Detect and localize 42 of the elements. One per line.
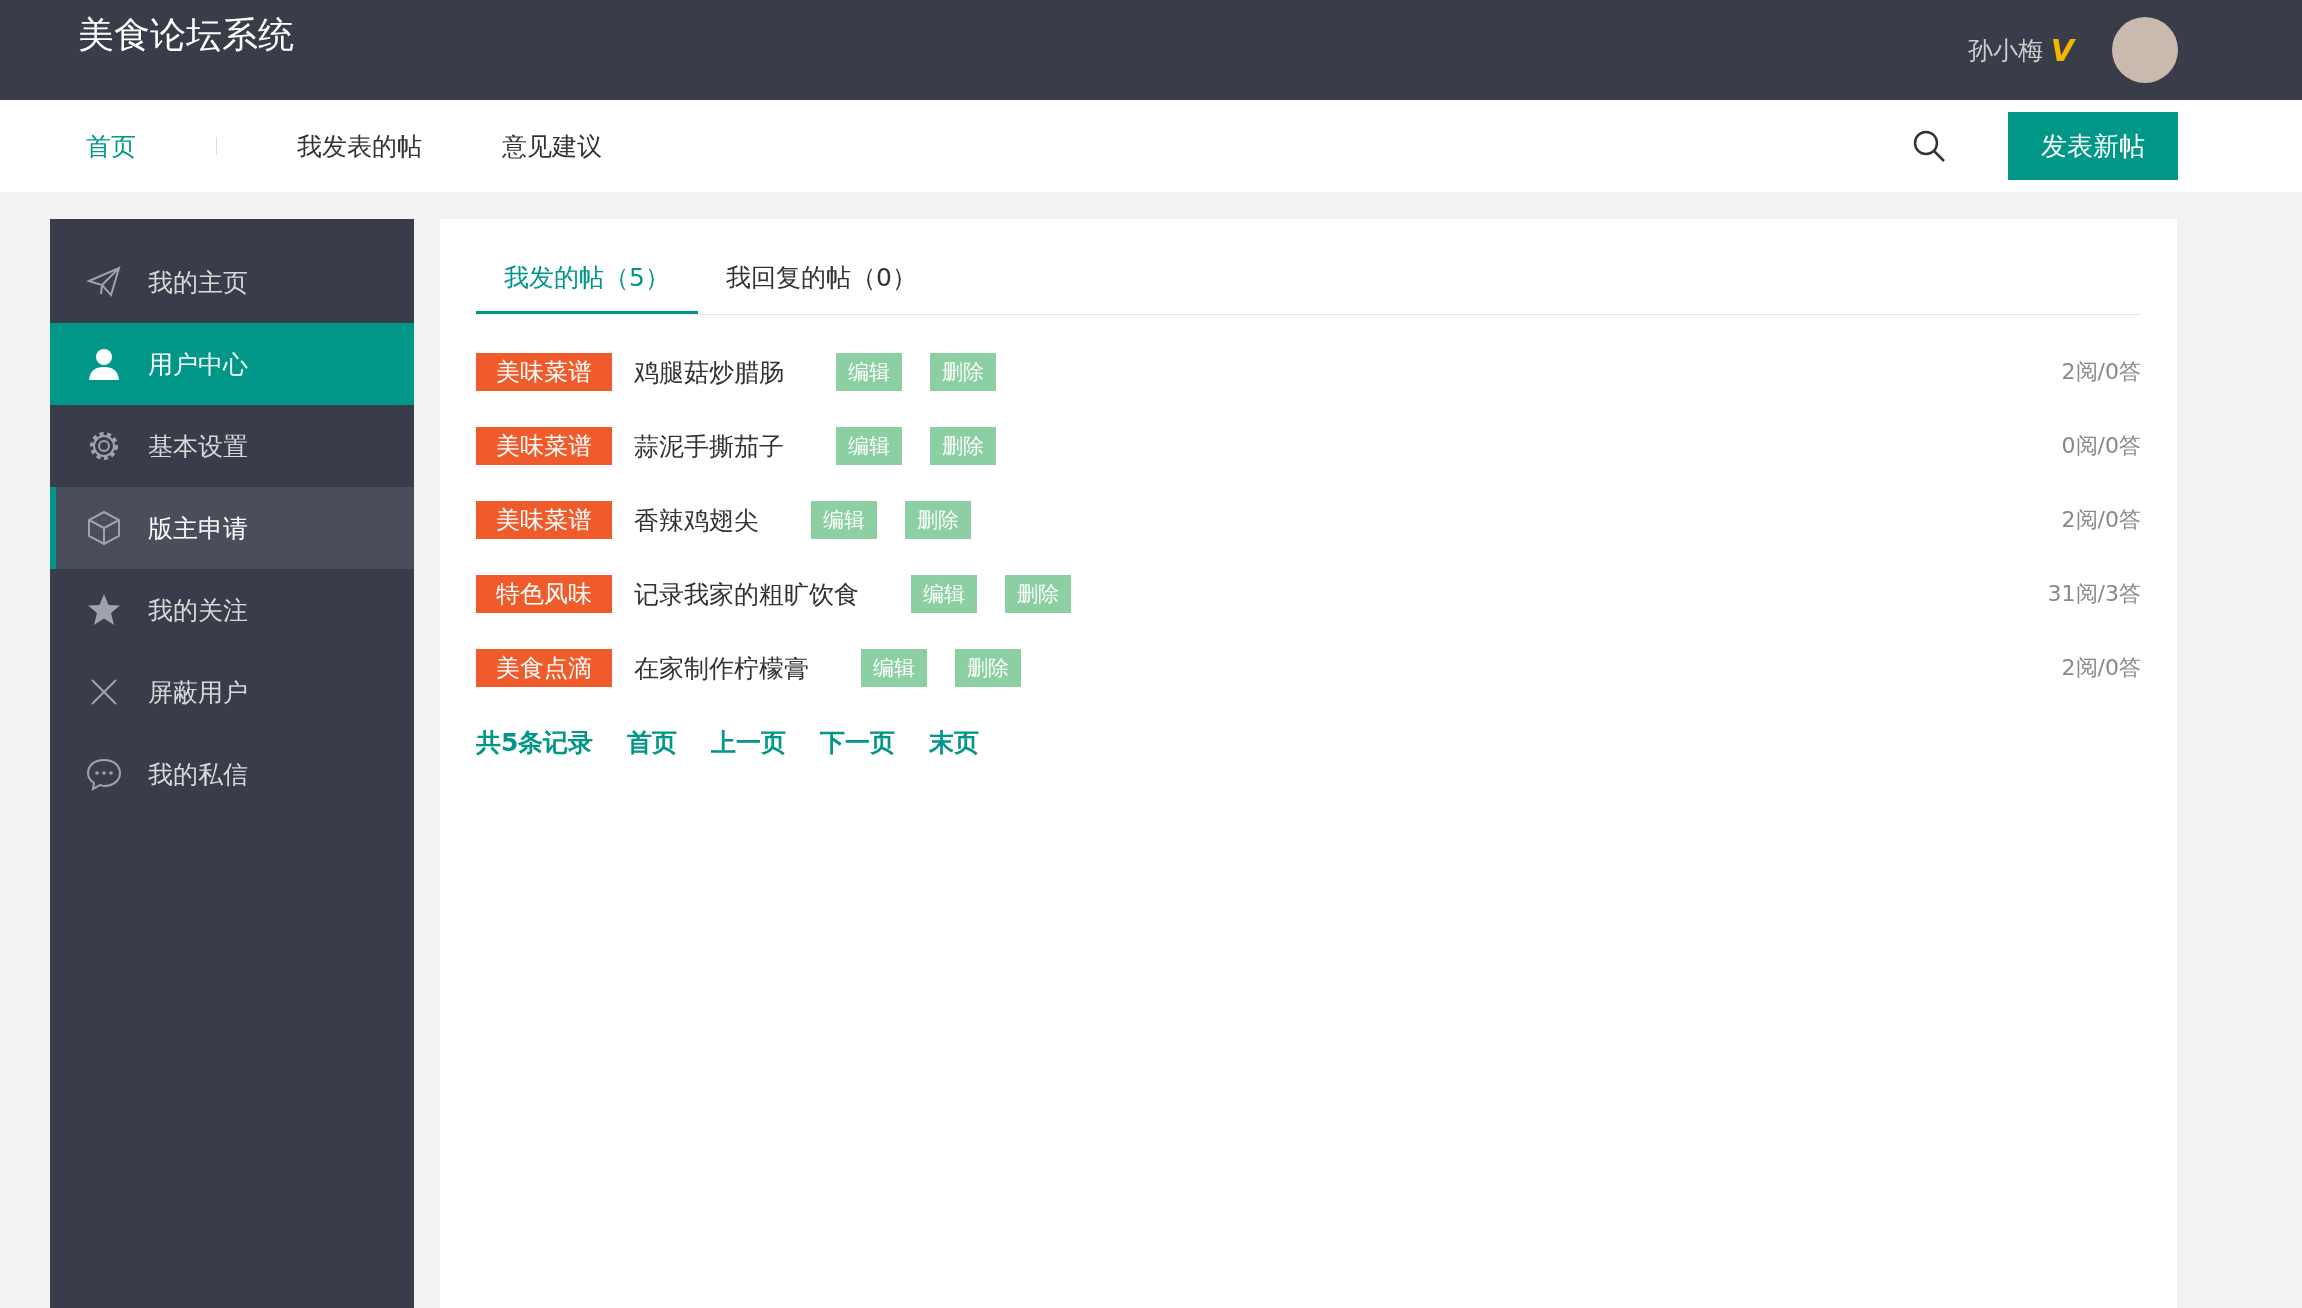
user-icon	[86, 346, 122, 382]
category-tag[interactable]: 美味菜谱	[476, 501, 612, 539]
sidebar-item[interactable]: 基本设置	[50, 405, 414, 487]
category-tag[interactable]: 美味菜谱	[476, 353, 612, 391]
pagination-link[interactable]: 末页	[929, 725, 980, 759]
sidebar-item[interactable]: 我的主页	[50, 241, 414, 323]
post-title[interactable]: 香辣鸡翅尖	[634, 503, 759, 537]
post-stats: 2阅/0答	[2061, 506, 2141, 534]
chat-bubble-icon	[86, 756, 122, 792]
sidebar-item[interactable]: 屏蔽用户	[50, 651, 414, 733]
sidebar-item[interactable]: 我的关注	[50, 569, 414, 651]
post-stats: 2阅/0答	[2061, 358, 2141, 386]
post-title[interactable]: 在家制作柠檬膏	[634, 651, 809, 685]
star-icon	[86, 592, 122, 628]
sidebar-item[interactable]: 版主申请	[50, 487, 414, 569]
category-tag[interactable]: 美食点滴	[476, 649, 612, 687]
pagination-link[interactable]: 下一页	[820, 725, 896, 759]
tab[interactable]: 我回复的帖（0）	[697, 245, 945, 311]
site-title: 美食论坛系统	[78, 12, 294, 57]
category-tag[interactable]: 特色风味	[476, 575, 612, 613]
post-stats: 2阅/0答	[2061, 654, 2141, 682]
tab[interactable]: 我发的帖（5）	[476, 245, 698, 314]
sidebar-item[interactable]: 用户中心	[50, 323, 414, 405]
post-title[interactable]: 记录我家的粗旷饮食	[634, 577, 859, 611]
post-title[interactable]: 蒜泥手撕茄子	[634, 429, 784, 463]
pagination-link[interactable]: 上一页	[711, 725, 787, 759]
nav-link[interactable]: 意见建议	[502, 129, 602, 163]
post-stats: 31阅/3答	[2047, 580, 2141, 608]
sidebar-item[interactable]: 我的私信	[50, 733, 414, 815]
vip-label: V	[2050, 32, 2074, 68]
new-post-button[interactable]: 发表新帖	[2008, 112, 2178, 180]
record-count: 共5条记录	[476, 726, 594, 759]
nav-link[interactable]: 我发表的帖	[297, 129, 422, 163]
username[interactable]: 孙小梅	[1967, 33, 2043, 67]
paper-plane-icon	[86, 264, 122, 300]
category-tag[interactable]: 美味菜谱	[476, 427, 612, 465]
cube-icon	[86, 510, 122, 546]
search-icon[interactable]	[1912, 129, 1946, 163]
post-stats: 0阅/0答	[2061, 432, 2141, 460]
post-title[interactable]: 鸡腿菇炒腊肠	[634, 355, 784, 389]
pagination-link[interactable]: 首页	[627, 725, 678, 759]
nav-link[interactable]: 首页	[86, 129, 136, 163]
